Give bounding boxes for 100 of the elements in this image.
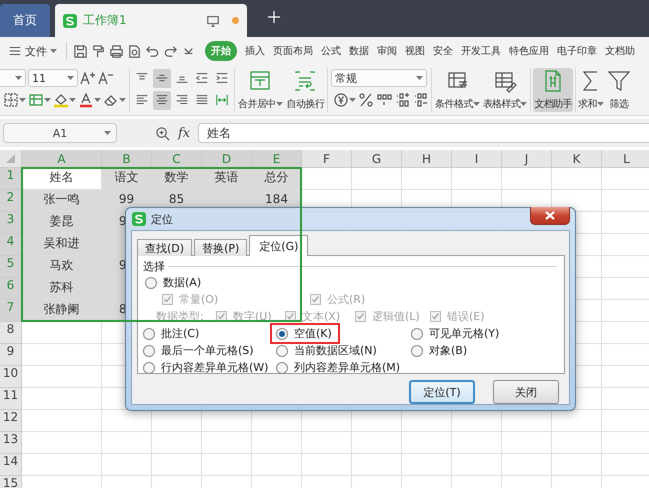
align-center-button[interactable] xyxy=(153,90,171,110)
caret-icon xyxy=(416,76,424,80)
option-label[interactable]: 批注(C) xyxy=(161,326,200,341)
radio-button[interactable] xyxy=(145,276,157,288)
increase-decimal-icon[interactable] xyxy=(394,92,410,108)
print-icon[interactable] xyxy=(109,44,124,58)
currency-icon[interactable] xyxy=(333,92,350,108)
save-icon[interactable] xyxy=(73,44,88,58)
ribbon-tab[interactable]: 插入 xyxy=(245,42,265,60)
close-button[interactable] xyxy=(530,207,570,225)
option-label[interactable]: 空值(K) xyxy=(294,326,332,341)
dialog-tab[interactable]: 替换(P) xyxy=(194,239,248,256)
merge-button[interactable]: 合并居中 xyxy=(237,68,284,112)
ribbon-tab[interactable]: 电子印章 xyxy=(557,42,597,60)
name-box[interactable]: A1 xyxy=(3,123,117,143)
row-header[interactable]: 15 xyxy=(0,476,22,488)
font-name-field[interactable] xyxy=(0,69,26,87)
function-label[interactable]: fx xyxy=(178,126,190,140)
option-label[interactable]: 行内容差异单元格(W) xyxy=(161,360,268,375)
column-header[interactable]: F xyxy=(302,150,352,168)
conditional-button[interactable]: 条件格式 xyxy=(434,68,481,112)
assistant-button[interactable]: 文档助手 xyxy=(533,68,574,112)
row-header[interactable]: 11 xyxy=(0,388,22,410)
radio-button[interactable] xyxy=(143,344,155,356)
percent-icon[interactable] xyxy=(358,92,374,108)
corner-triangle-icon xyxy=(6,154,15,163)
table-cell xyxy=(252,432,302,454)
table-cell: 英语 xyxy=(202,168,252,190)
dialog-button[interactable]: 定位(T) xyxy=(409,380,475,404)
column-header[interactable]: G xyxy=(352,150,402,168)
increase-font-icon[interactable] xyxy=(80,70,96,86)
option-label[interactable]: 当前数据区域(N) xyxy=(294,343,377,358)
caret-icon xyxy=(69,98,76,102)
radio-button[interactable] xyxy=(276,344,288,356)
undo-icon[interactable] xyxy=(145,44,160,58)
decrease-decimal-icon[interactable] xyxy=(412,92,428,108)
option-label[interactable]: 可见单元格(Y) xyxy=(429,326,500,341)
ribbon-tab[interactable]: 安全 xyxy=(433,42,453,60)
monitor-icon[interactable] xyxy=(206,14,220,28)
column-header[interactable]: I xyxy=(452,150,502,168)
row-header[interactable]: 9 xyxy=(0,344,22,366)
table-cell xyxy=(552,432,602,454)
row-header[interactable]: 14 xyxy=(0,454,22,476)
ribbon-tab[interactable]: 文档助 xyxy=(605,42,635,60)
decrease-font-icon[interactable] xyxy=(98,70,114,86)
ribbon-tab[interactable]: 审阅 xyxy=(377,42,397,60)
border-icon[interactable] xyxy=(3,92,19,108)
align-middle-button[interactable] xyxy=(153,68,171,88)
radio-button[interactable] xyxy=(411,328,423,340)
unsaved-dot-icon xyxy=(232,17,239,24)
new-tab-icon[interactable] xyxy=(266,9,282,25)
radio-button[interactable] xyxy=(143,328,155,340)
radio-button[interactable] xyxy=(411,344,423,356)
ribbon-tab[interactable]: 公式 xyxy=(321,42,341,60)
wrap-button[interactable]: 自动换行 xyxy=(286,68,326,112)
row-header[interactable]: 10 xyxy=(0,366,22,388)
radio-button[interactable] xyxy=(143,362,155,374)
column-header[interactable]: K xyxy=(552,150,602,168)
cell-style-icon[interactable] xyxy=(28,92,44,108)
filter-button[interactable]: 筛选 xyxy=(606,68,632,112)
option-label[interactable]: 列内容差异单元格(M) xyxy=(294,360,400,375)
sum-button[interactable]: 求和 xyxy=(577,68,605,112)
tablestyle-button[interactable]: 表格样式 xyxy=(482,68,528,112)
dialog-tab[interactable]: 定位(G) xyxy=(249,235,308,256)
option-label[interactable]: 最后一个单元格(S) xyxy=(161,343,254,358)
fill-color-icon[interactable] xyxy=(53,92,69,108)
column-header[interactable]: H xyxy=(402,150,452,168)
column-header[interactable]: L xyxy=(602,150,649,168)
row-header[interactable]: 8 xyxy=(0,322,22,344)
thousands-separator-icon[interactable] xyxy=(376,92,392,108)
row-header[interactable]: 12 xyxy=(0,410,22,432)
home-tab[interactable]: 首页 xyxy=(0,4,50,37)
ribbon-tab[interactable]: 特色应用 xyxy=(509,42,549,60)
table-cell: 姜昆 xyxy=(22,212,102,234)
row-header[interactable]: 13 xyxy=(0,432,22,454)
table-cell xyxy=(302,432,352,454)
ribbon-tab[interactable]: 视图 xyxy=(405,42,425,60)
option-label[interactable]: 对象(B) xyxy=(429,343,468,358)
align-right-icon xyxy=(175,93,189,107)
redo-icon[interactable] xyxy=(163,44,178,58)
number-format-dropdown[interactable]: 常规 xyxy=(331,69,428,87)
option-label[interactable]: 数据(A) xyxy=(163,275,202,290)
radio-button[interactable] xyxy=(276,362,288,374)
dialog-tab[interactable]: 查找(D) xyxy=(137,239,192,256)
formula-field[interactable]: 姓名 xyxy=(198,123,649,143)
font-size-field[interactable]: 11 xyxy=(28,69,78,87)
file-menu[interactable]: 文件 xyxy=(5,42,60,60)
format-painter-icon[interactable] xyxy=(91,44,106,58)
dialog-button[interactable]: 关闭 xyxy=(493,380,559,404)
font-color-icon[interactable] xyxy=(78,92,94,108)
ribbon-tab[interactable]: 页面布局 xyxy=(273,42,313,60)
print-preview-icon[interactable] xyxy=(127,44,142,58)
column-header[interactable]: J xyxy=(502,150,552,168)
ribbon-tab[interactable]: 数据 xyxy=(349,42,369,60)
caret-icon xyxy=(596,102,604,106)
zoom-icon[interactable] xyxy=(155,126,170,140)
radio-button[interactable] xyxy=(276,328,288,340)
align-left-icon xyxy=(135,93,149,107)
ribbon-tab[interactable]: 开发工具 xyxy=(461,42,501,60)
caret-icon xyxy=(520,102,528,106)
